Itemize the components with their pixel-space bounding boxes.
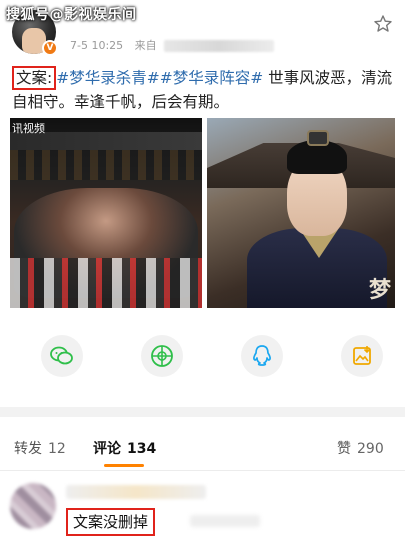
share-row: [0, 335, 405, 391]
active-tab-indicator: [104, 464, 144, 467]
caption-label: 文案:: [12, 66, 57, 90]
post-image-grid: 讯视频 梦: [10, 118, 395, 308]
hashtag-link[interactable]: #梦华录阵容#: [160, 69, 263, 87]
tab-comments[interactable]: 评论 134: [93, 438, 156, 458]
favorite-star-icon[interactable]: [373, 14, 393, 34]
tab-label: 评论: [93, 441, 121, 457]
cast-group-photo[interactable]: 讯视频: [10, 118, 202, 308]
tab-likes[interactable]: 赞 290: [337, 438, 384, 458]
comment-text: 文案没删掉: [66, 508, 156, 536]
verified-badge-icon: V: [42, 40, 58, 56]
post-source-prefix: 来自: [134, 39, 157, 52]
commenter-avatar[interactable]: [10, 483, 56, 529]
tab-label: 转发: [14, 441, 42, 457]
section-divider: [0, 407, 405, 417]
hashtag-link[interactable]: #梦华录杀青#: [56, 69, 159, 87]
sohu-watermark: 搜狐号@影视娱乐间: [6, 7, 137, 23]
tab-divider: [0, 470, 405, 471]
actor-still-photo[interactable]: 梦: [207, 118, 395, 308]
commenter-name-redacted: [66, 485, 206, 499]
image-watermark: 讯视频: [12, 122, 45, 135]
interaction-tabs: 转发 12 评论 134 赞 290: [0, 430, 405, 470]
comment-item[interactable]: 文案没删掉: [0, 475, 405, 540]
tab-label: 赞: [337, 441, 351, 457]
hair-crown: [307, 130, 329, 146]
post-time: 7-5 10:25: [70, 39, 124, 52]
moments-icon[interactable]: [141, 335, 183, 377]
post-source-redacted: [164, 40, 275, 52]
post-text: 文案: #梦华录杀青##梦华录阵容# 世事风波恶，清流自相守。幸逢千帆，后会有期。: [12, 66, 395, 114]
tab-count: 12: [48, 441, 66, 457]
post-meta: 7-5 10:25 来自: [70, 37, 275, 53]
save-image-icon[interactable]: [341, 335, 383, 377]
tab-count: 290: [357, 441, 384, 457]
crowd-front-row: [10, 258, 202, 308]
wechat-icon[interactable]: [41, 335, 83, 377]
qq-icon[interactable]: [241, 335, 283, 377]
stage-lights: [10, 150, 202, 180]
tab-count: 134: [127, 441, 157, 457]
comment-meta-redacted: [190, 515, 260, 527]
tab-reposts[interactable]: 转发 12: [14, 438, 66, 458]
title-glyph: 梦: [368, 277, 391, 303]
